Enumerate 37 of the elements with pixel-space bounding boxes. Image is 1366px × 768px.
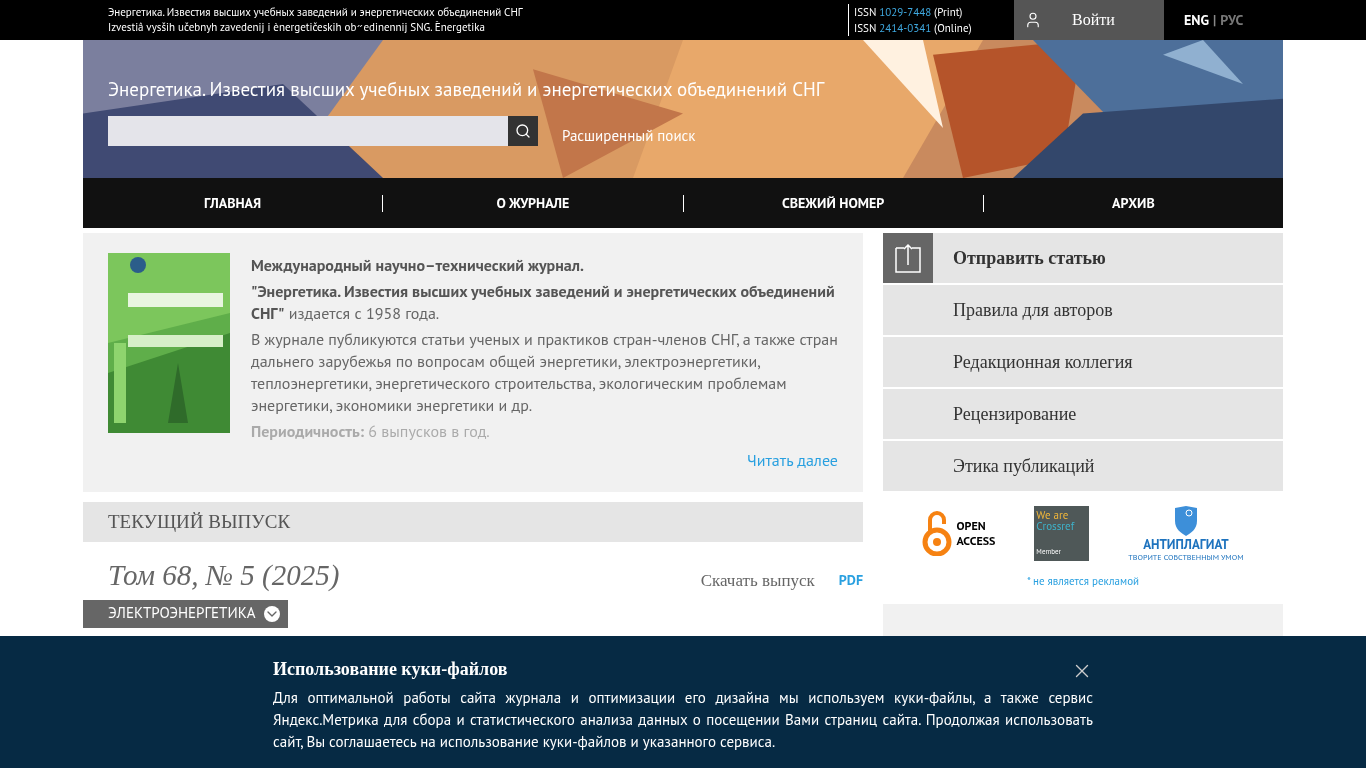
search-field[interactable] bbox=[108, 116, 508, 147]
chevron-icon bbox=[263, 605, 280, 622]
side-menu-item[interactable]: Отправить статью bbox=[883, 233, 1283, 283]
open-access-logo: OPEN ACCESS bbox=[922, 510, 996, 556]
advanced-search-link[interactable]: Расширенный поиск bbox=[562, 125, 696, 148]
about-heading: Международный научно–технический журнал. bbox=[251, 254, 585, 276]
issue-title: Том 68, № 5 (2025) bbox=[108, 558, 340, 593]
issn-line: ISSN 2414-0341 (Online) bbox=[854, 20, 973, 36]
antiplagiat-logo: АНТИПЛАГИАТ ТВОРИТЕ СОБСТВЕННЫМ УМОМ bbox=[1128, 504, 1244, 562]
section-tab[interactable]: ЭЛЕКТРОЭНЕРГЕТИКА bbox=[83, 599, 288, 628]
download-issue-link[interactable]: Скачать выпуск bbox=[700, 568, 815, 594]
about-title: "Энергетика. Известия высших учебных заведений и энергетических объединений СНГ" издается с 1958 года. bbox=[251, 280, 836, 324]
nav-link[interactable]: АРХИВ bbox=[983, 192, 1283, 214]
language-separator: | bbox=[1213, 9, 1217, 31]
not-advertising-note: * не является рекламой bbox=[1025, 573, 1141, 590]
about-description: В журнале публикуются статьи ученых и практиков стран-членов СНГ, а также стран дальнего зарубежья по вопросам общей энергетики, электроэнергетики, теплоэнергетики, энергетического строительства, экологическим проблемам энергетики, экономики энергетики и др. bbox=[251, 328, 838, 416]
cookie-title: Использование куки-файлов bbox=[273, 658, 508, 681]
journal-title-translit: Izvestiâ vysših učebnyh zavedenij i ènergetičeskih ob״edinennij SNG. Ènergetika bbox=[108, 20, 486, 35]
upload-icon bbox=[883, 233, 933, 283]
side-menu-item[interactable]: Рецензирование bbox=[883, 389, 1283, 439]
journal-title: Энергетика. Известия высших учебных заведений и энергетических объединений СНГ bbox=[108, 5, 524, 20]
section-title: ТЕКУЩИЙ ВЫПУСК bbox=[108, 509, 291, 534]
periodicity: Периодичность: 6 выпусков в год. bbox=[251, 420, 491, 442]
language-link[interactable]: ENG bbox=[1184, 9, 1210, 31]
language-link[interactable]: РУС bbox=[1220, 9, 1244, 31]
user-icon bbox=[1024, 11, 1042, 29]
cookie-text: Для оптимальной работы сайта журнала и оптимизации его дизайна мы используем куки-файлы, а также сервис Яндекс.Метрика для сбора и статистического анализа данных о посещении Вами страниц сайта. Продолжая использовать сайт, Вы соглашаетесь на использование куки-файлов и указанного сервиса. bbox=[273, 687, 1093, 753]
side-menu-item[interactable]: Редакционная коллегия bbox=[883, 337, 1283, 387]
nav-link[interactable]: СВЕЖИЙ НОМЕР bbox=[683, 192, 983, 214]
side-menu-item[interactable]: Правила для авторов bbox=[883, 285, 1283, 335]
issn-line: ISSN 1029-7448 (Print) bbox=[854, 4, 964, 20]
side-menu-item[interactable]: Этика публикаций bbox=[883, 441, 1283, 491]
search-button[interactable] bbox=[508, 116, 538, 147]
nav-link[interactable]: ГЛАВНАЯ bbox=[83, 192, 383, 214]
nav-link[interactable]: О ЖУРНАЛЕ bbox=[383, 192, 683, 214]
search-icon bbox=[515, 123, 531, 140]
login-button[interactable]: Войти bbox=[1014, 0, 1164, 40]
